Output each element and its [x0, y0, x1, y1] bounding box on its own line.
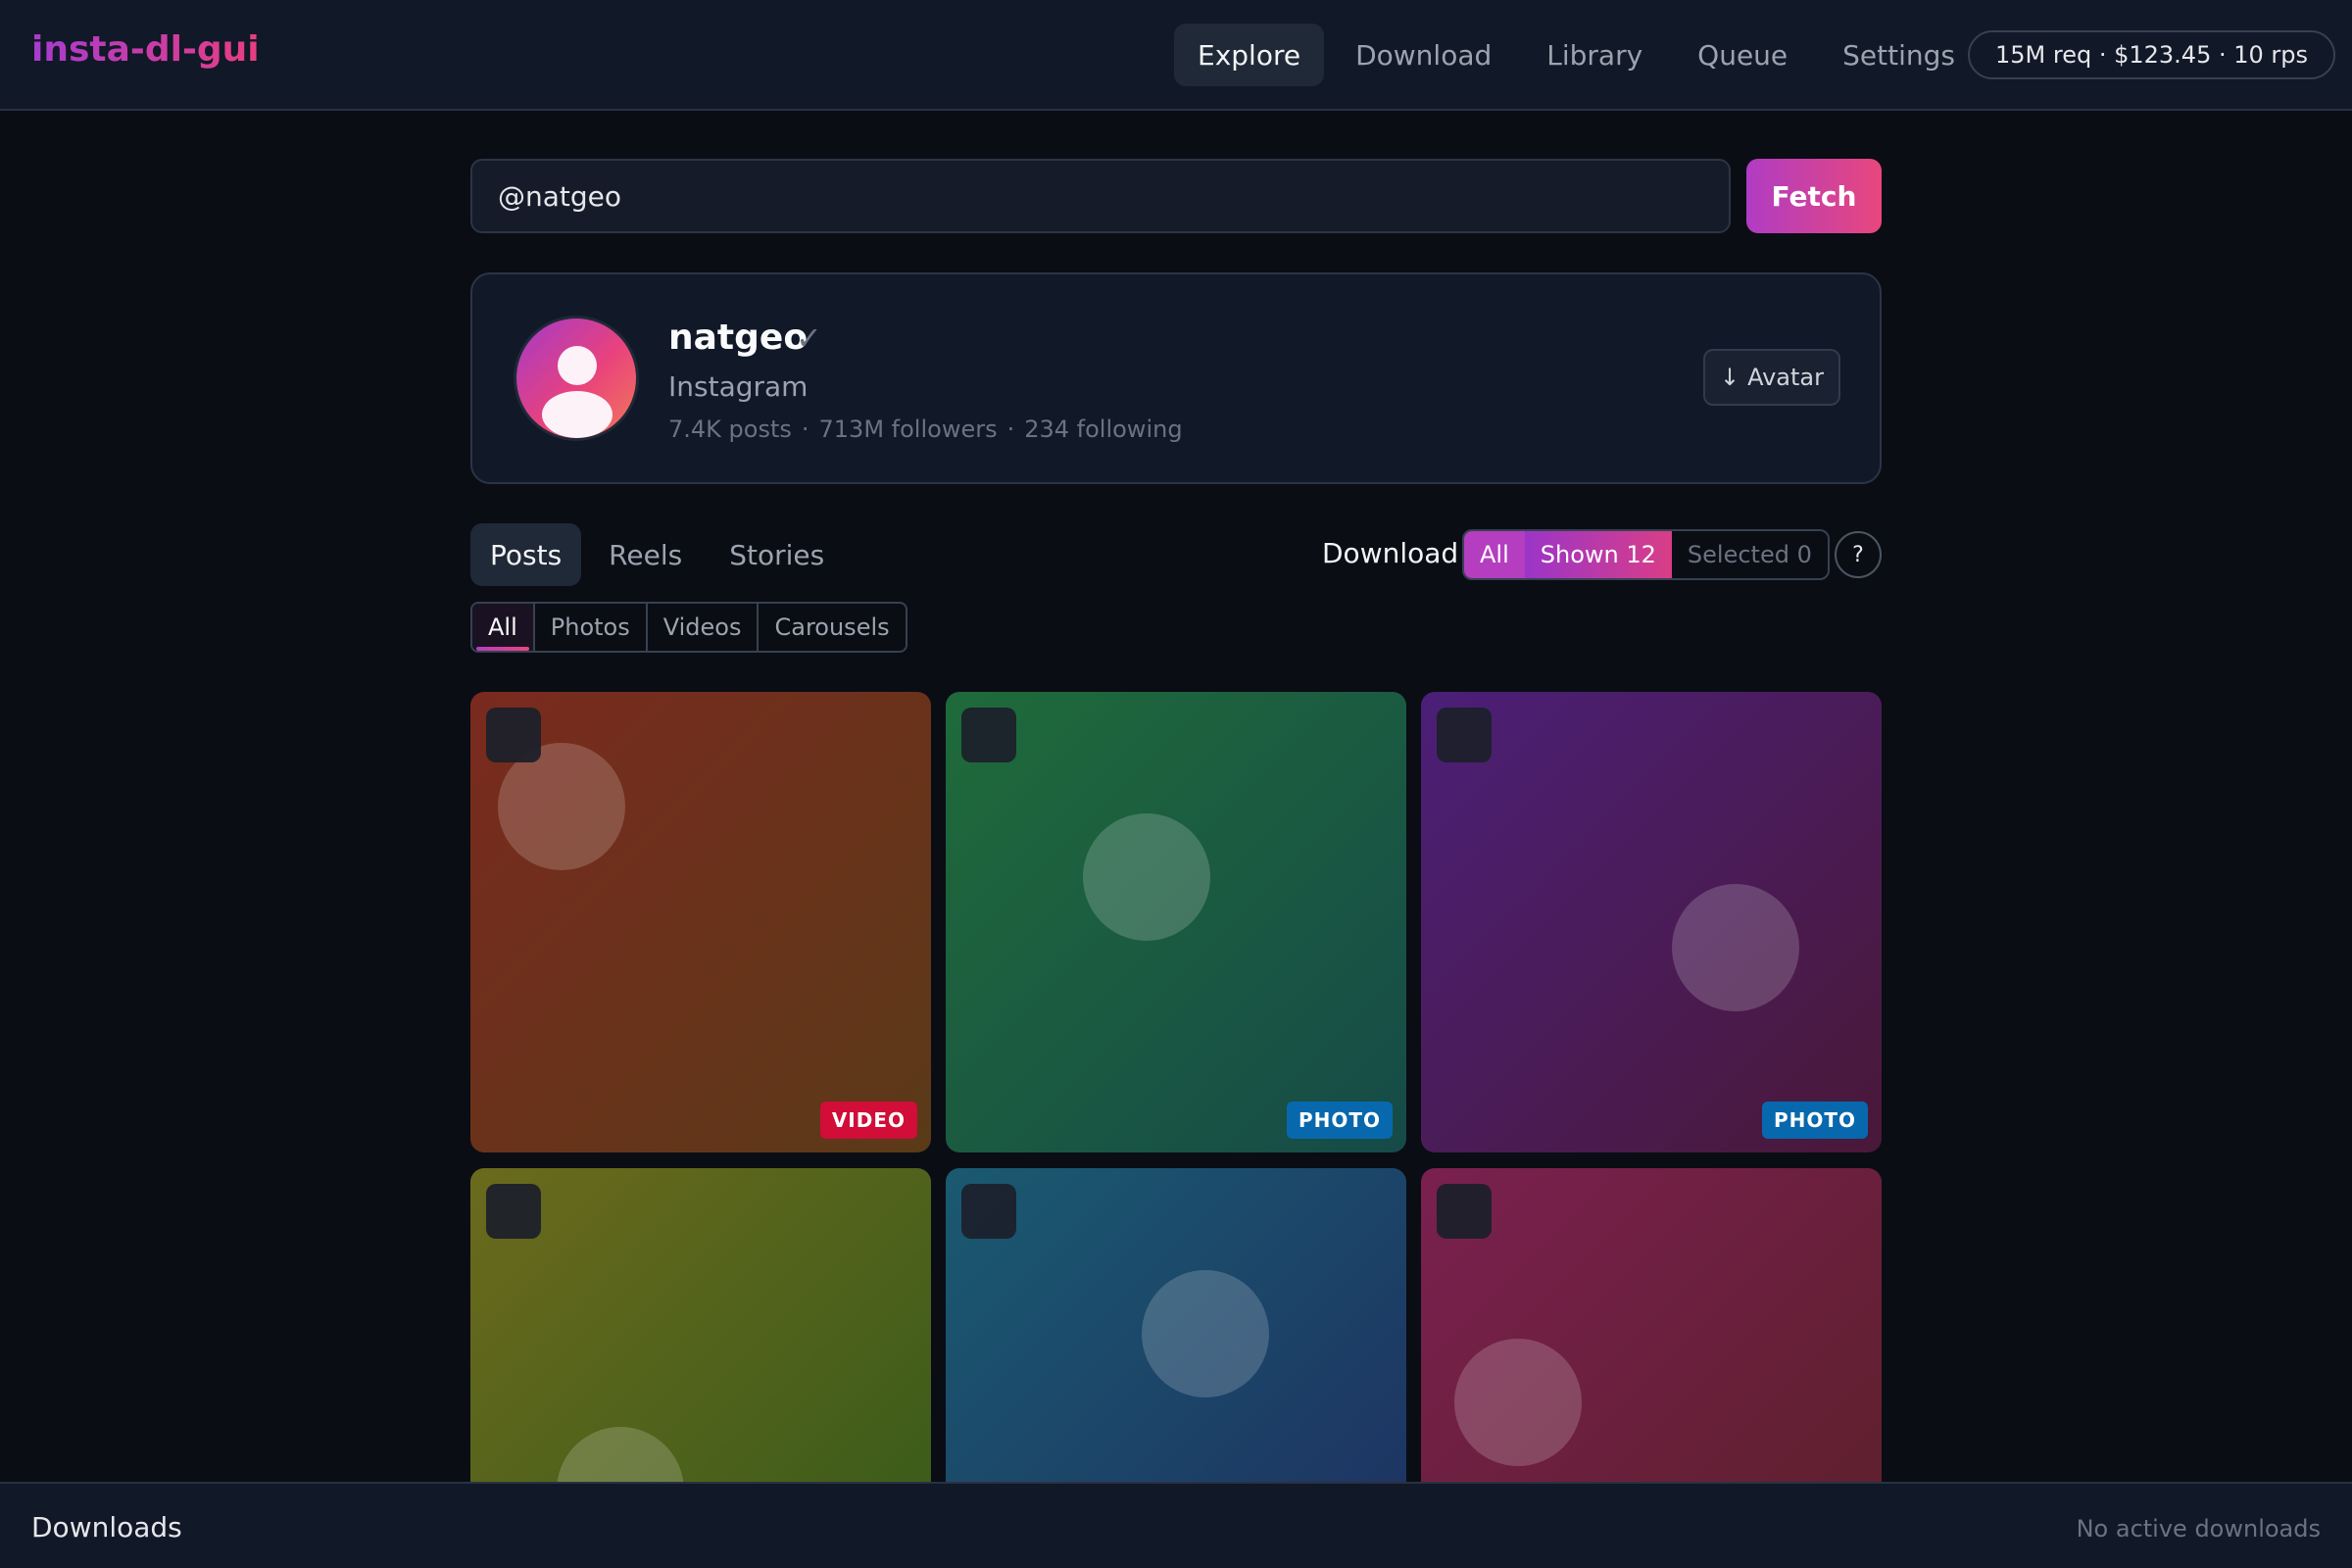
select-checkbox[interactable]	[1437, 708, 1492, 762]
media-tile[interactable]	[946, 1168, 1406, 1482]
media-filter: All Photos Videos Carousels	[470, 602, 907, 653]
nav-library[interactable]: Library	[1523, 24, 1666, 86]
media-tile[interactable]: PHOTO	[1421, 692, 1882, 1152]
filter-photos[interactable]: Photos	[535, 604, 648, 651]
nav-download[interactable]: Download	[1332, 24, 1515, 86]
content-tabs: Posts Reels Stories	[470, 523, 852, 586]
select-checkbox[interactable]	[1437, 1184, 1492, 1239]
username-input[interactable]	[470, 159, 1731, 233]
download-label: Download	[1322, 537, 1459, 569]
stats-separator: ·	[1006, 416, 1015, 443]
following-count: 234 following	[1024, 416, 1183, 443]
tab-reels[interactable]: Reels	[589, 523, 702, 586]
main-nav: Explore Download Library Queue Settings	[1174, 24, 1986, 86]
tab-stories[interactable]: Stories	[710, 523, 844, 586]
nav-queue[interactable]: Queue	[1674, 24, 1811, 86]
media-type-badge: VIDEO	[819, 1102, 917, 1139]
profile-stats: 7.4K posts · 713M followers · 234 following	[668, 416, 1183, 443]
download-selected-button[interactable]: Selected 0	[1672, 531, 1828, 578]
media-type-badge: PHOTO	[1286, 1102, 1393, 1139]
filter-carousels[interactable]: Carousels	[759, 604, 905, 651]
media-tile[interactable]: VIDEO	[470, 692, 931, 1152]
thumbnail-placeholder	[1672, 884, 1799, 1011]
media-tile[interactable]	[470, 1168, 931, 1482]
arrow-down-icon: ↓	[1719, 364, 1740, 391]
media-tile[interactable]: PHOTO	[946, 692, 1406, 1152]
downloads-title: Downloads	[31, 1511, 182, 1544]
filter-videos[interactable]: Videos	[648, 604, 760, 651]
user-silhouette-icon	[558, 346, 597, 385]
stats-separator: ·	[801, 416, 809, 443]
media-tile[interactable]	[1421, 1168, 1882, 1482]
download-avatar-button[interactable]: ↓ Avatar	[1703, 349, 1840, 406]
quota-badge: 15M req · $123.45 · 10 rps	[1968, 30, 2336, 79]
downloads-status: No active downloads	[2076, 1515, 2321, 1543]
top-bar: insta-dl-gui Explore Download Library Qu…	[0, 0, 2352, 111]
media-grid: VIDEO PHOTO PHOTO	[470, 692, 1882, 1482]
downloads-bar[interactable]: Downloads No active downloads	[0, 1482, 2352, 1568]
thumbnail-placeholder	[557, 1427, 684, 1482]
nav-explore[interactable]: Explore	[1174, 24, 1325, 86]
nav-settings[interactable]: Settings	[1819, 24, 1979, 86]
download-avatar-label: Avatar	[1747, 364, 1824, 391]
download-all-button[interactable]: All	[1464, 531, 1525, 578]
posts-count: 7.4K posts	[668, 416, 792, 443]
verified-icon: ✓	[796, 319, 822, 357]
thumbnail-placeholder	[1454, 1339, 1582, 1466]
select-checkbox[interactable]	[486, 1184, 541, 1239]
user-silhouette-body	[542, 391, 612, 438]
download-shown-button[interactable]: Shown 12	[1524, 531, 1672, 578]
select-checkbox[interactable]	[486, 708, 541, 762]
tab-posts[interactable]: Posts	[470, 523, 582, 586]
profile-card: natgeo ✓ Instagram 7.4K posts · 713M follo…	[470, 272, 1882, 484]
download-scope-group: All Shown 12 Selected 0	[1462, 529, 1830, 580]
select-checkbox[interactable]	[961, 1184, 1016, 1239]
filter-all[interactable]: All	[472, 604, 535, 651]
thumbnail-placeholder	[1083, 813, 1210, 941]
followers-count: 713M followers	[818, 416, 998, 443]
thumbnail-placeholder	[1142, 1270, 1269, 1397]
help-button[interactable]: ?	[1835, 531, 1882, 578]
avatar	[514, 316, 639, 441]
profile-username: natgeo	[668, 318, 808, 358]
app-logo[interactable]: insta-dl-gui	[31, 29, 260, 70]
profile-full-name: Instagram	[668, 370, 808, 403]
fetch-button[interactable]: Fetch	[1746, 159, 1882, 233]
media-type-badge: PHOTO	[1761, 1102, 1868, 1139]
select-checkbox[interactable]	[961, 708, 1016, 762]
